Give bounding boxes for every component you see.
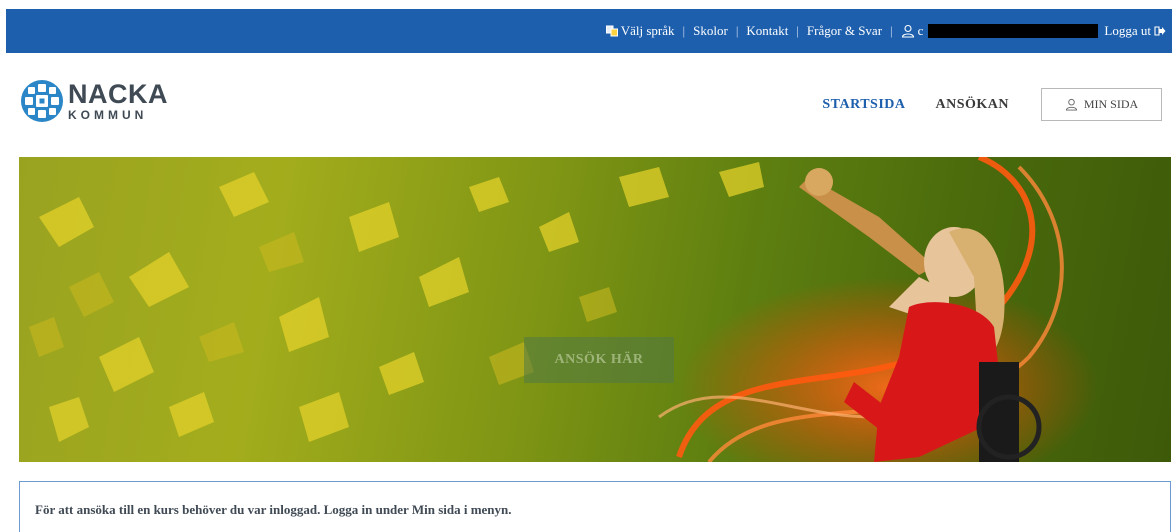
logout-link[interactable]: Logga ut xyxy=(1104,23,1166,39)
language-selector-link[interactable]: Välj språk xyxy=(605,23,675,39)
user-account-link[interactable]: c xyxy=(901,23,1105,39)
min-sida-button[interactable]: MIN SIDA xyxy=(1041,88,1162,121)
logo-subtitle: KOMMUN xyxy=(68,108,148,122)
separator: | xyxy=(735,23,739,38)
main-navigation: STARTSIDA ANSÖKAN MIN SIDA xyxy=(822,88,1172,121)
separator: | xyxy=(890,23,893,38)
min-sida-label: MIN SIDA xyxy=(1083,97,1139,111)
nacka-logo-link[interactable]: NACKA KOMMUN xyxy=(20,79,168,123)
faq-link[interactable]: Frågor & Svar xyxy=(807,23,882,39)
login-info-message: För att ansöka till en kurs behöver du v… xyxy=(19,481,1171,532)
user-name-prefix: c xyxy=(917,23,924,38)
site-header: NACKA KOMMUN STARTSIDA ANSÖKAN MIN SIDA xyxy=(6,53,1172,156)
apply-here-button[interactable]: ANSÖK HÄR xyxy=(524,337,674,383)
nacka-logo-globe-icon xyxy=(21,80,63,122)
hero-banner: ANSÖK HÄR xyxy=(19,157,1171,462)
contact-link[interactable]: Kontakt xyxy=(746,23,788,39)
schools-link[interactable]: Skolor xyxy=(693,23,728,39)
nav-ansokan[interactable]: ANSÖKAN xyxy=(935,97,1009,113)
top-utility-bar: Välj språk | Skolor | Kontakt | Frågor &… xyxy=(6,9,1172,53)
user-icon xyxy=(901,24,914,38)
info-message-text: För att ansöka till en kurs behöver du v… xyxy=(35,502,512,517)
hero-artwork xyxy=(29,157,1099,462)
logo-name: NACKA xyxy=(68,79,168,109)
translate-icon xyxy=(605,25,618,37)
logout-arrow-icon xyxy=(1154,26,1166,36)
separator: | xyxy=(682,23,686,38)
language-label: Välj språk xyxy=(620,23,675,38)
user-icon xyxy=(1065,98,1077,111)
logout-label: Logga ut xyxy=(1104,23,1151,38)
redacted-username xyxy=(928,24,1099,38)
separator: | xyxy=(796,23,799,38)
nav-startsida[interactable]: STARTSIDA xyxy=(822,97,905,113)
